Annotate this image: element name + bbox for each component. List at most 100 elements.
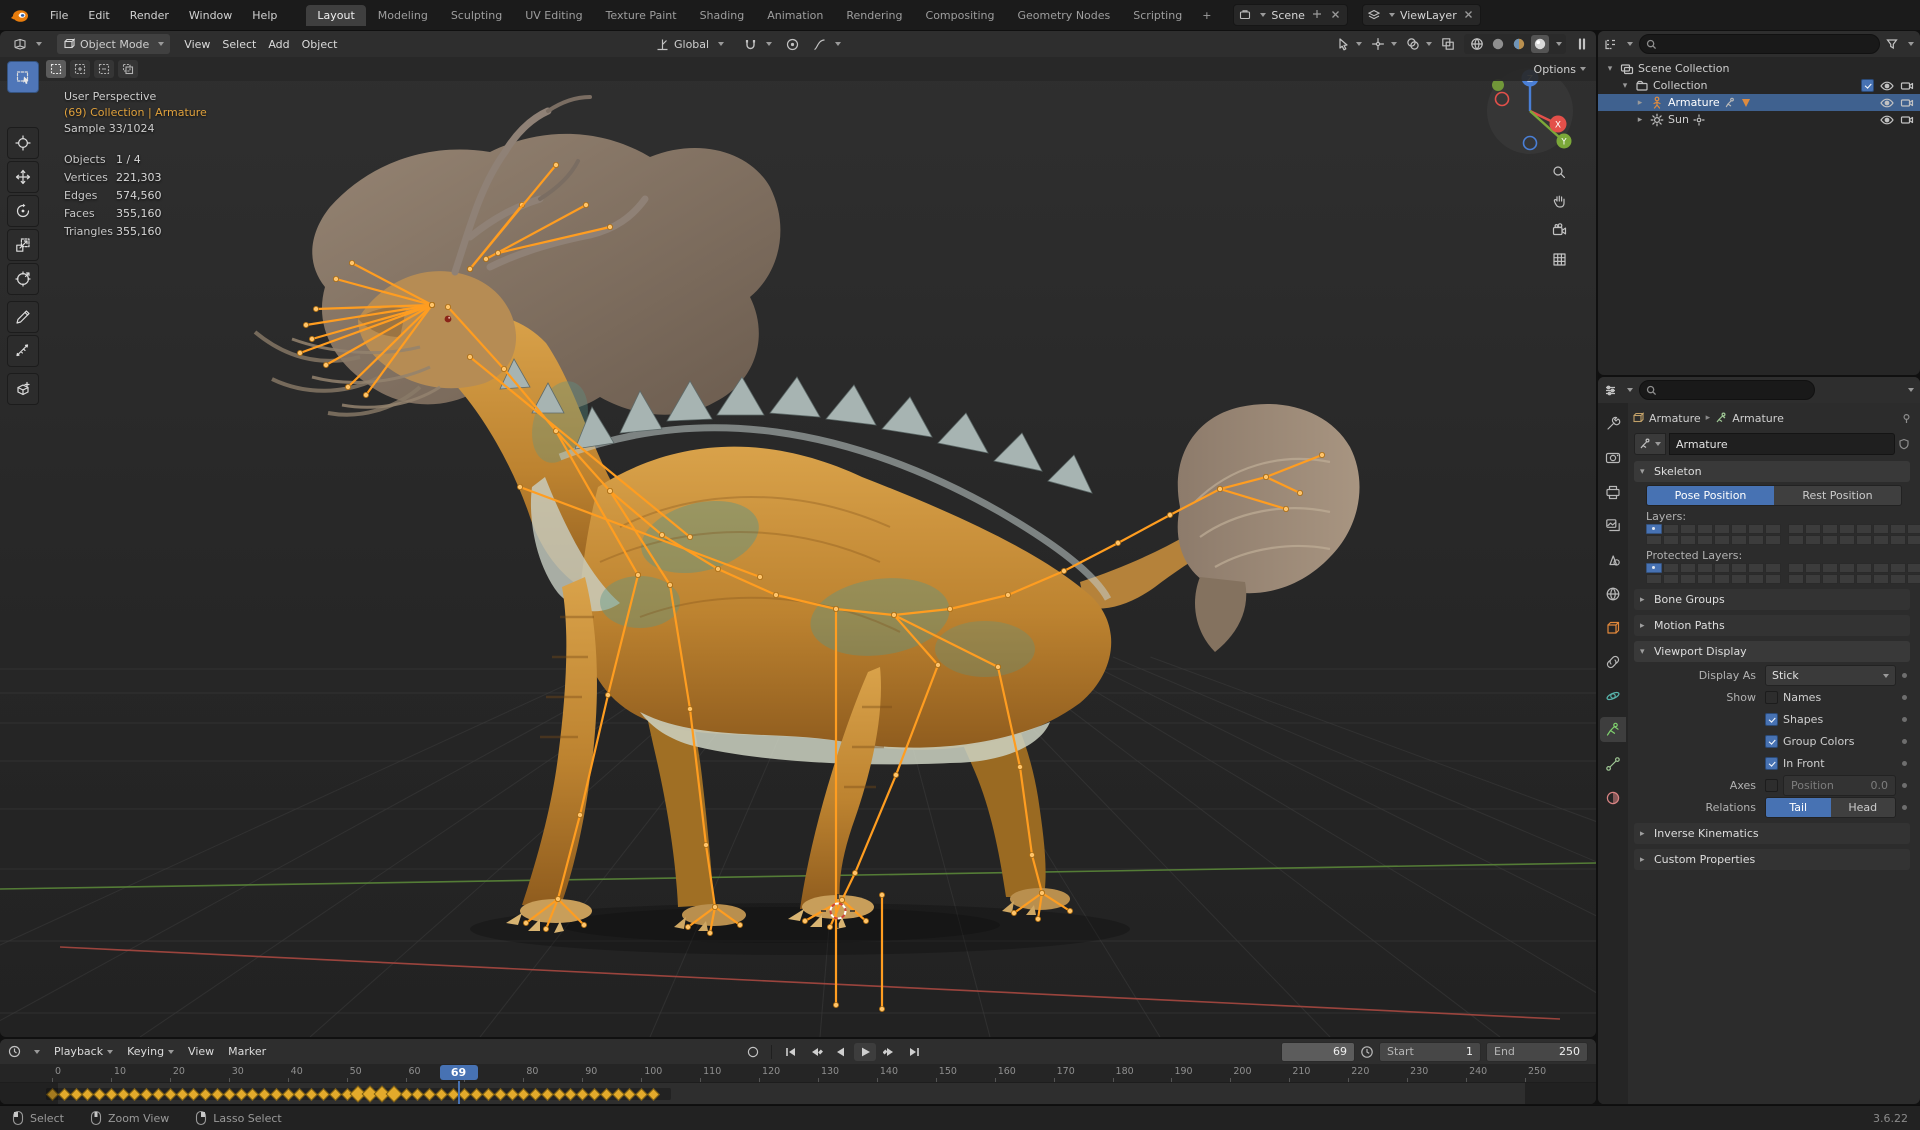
properties-tab-armature-data[interactable] bbox=[1600, 717, 1626, 742]
data-name-field[interactable]: Armature bbox=[1669, 433, 1895, 455]
armature-layers-cell[interactable] bbox=[1907, 524, 1920, 534]
protected-layers-cell[interactable] bbox=[1697, 574, 1713, 584]
filter-icon[interactable] bbox=[1886, 38, 1898, 50]
orientation-dropdown[interactable]: Global bbox=[650, 34, 730, 54]
expand-caret-icon[interactable]: ▸ bbox=[1634, 115, 1646, 125]
box-select-tool[interactable] bbox=[7, 61, 39, 93]
protected-layers-cell[interactable] bbox=[1680, 574, 1696, 584]
eye-icon[interactable] bbox=[1880, 97, 1894, 109]
new-scene-icon[interactable] bbox=[1310, 9, 1324, 22]
playhead-frame-badge[interactable]: 69 bbox=[439, 1065, 478, 1080]
protected-layers-cell[interactable] bbox=[1697, 563, 1713, 573]
pose-position-button[interactable]: Pose Position bbox=[1647, 486, 1774, 505]
overlays-toggle[interactable] bbox=[1406, 37, 1432, 51]
outliner-row-armature[interactable]: ▸ Armature bbox=[1598, 94, 1920, 111]
menu-help[interactable]: Help bbox=[243, 6, 286, 25]
armature-layers-cell[interactable] bbox=[1714, 535, 1730, 545]
menu-edit[interactable]: Edit bbox=[79, 6, 118, 25]
armature-layers-cell[interactable] bbox=[1663, 524, 1679, 534]
protected-layers-cell[interactable] bbox=[1822, 563, 1838, 573]
timeline-menu-view[interactable]: View bbox=[183, 1043, 219, 1060]
protected-layers-cell[interactable] bbox=[1873, 574, 1889, 584]
workspace-tab-scripting[interactable]: Scripting bbox=[1122, 5, 1193, 26]
timeline-menu-marker[interactable]: Marker bbox=[223, 1043, 271, 1060]
animate-dot[interactable] bbox=[1902, 717, 1907, 722]
armature-layers-cell[interactable] bbox=[1646, 524, 1662, 534]
animate-dot[interactable] bbox=[1902, 761, 1907, 766]
jump-to-start-button[interactable] bbox=[779, 1043, 801, 1061]
timeline-strip[interactable]: 0 10 20 30 40 50 60 80 90 100 110 120 130 140 150 160 17… bbox=[0, 1064, 1596, 1104]
camera-vis-icon[interactable] bbox=[1900, 113, 1914, 126]
next-keyframe-button[interactable] bbox=[879, 1043, 901, 1061]
protected-layers-cell[interactable] bbox=[1714, 574, 1730, 584]
collapse-caret-icon[interactable]: ▾ bbox=[1604, 64, 1616, 74]
armature-layers-cell[interactable] bbox=[1697, 535, 1713, 545]
section-bone-groups[interactable]: ▸ Bone Groups bbox=[1634, 589, 1910, 610]
filter-caret-icon[interactable] bbox=[1908, 388, 1914, 392]
viewport-menu-object[interactable]: Object bbox=[297, 36, 343, 53]
play-reverse-button[interactable] bbox=[829, 1043, 851, 1061]
armature-layers-cell[interactable] bbox=[1890, 535, 1906, 545]
properties-tab-render[interactable] bbox=[1600, 445, 1626, 470]
editor-properties-icon[interactable] bbox=[1604, 384, 1617, 397]
protected-layers-cell[interactable] bbox=[1805, 563, 1821, 573]
protected-layers-cell[interactable] bbox=[1646, 574, 1662, 584]
armature-layers-cell[interactable] bbox=[1873, 524, 1889, 534]
protected-layers-cell[interactable] bbox=[1788, 563, 1804, 573]
armature-layers-cell[interactable] bbox=[1788, 524, 1804, 534]
properties-tab-tool[interactable] bbox=[1600, 411, 1626, 436]
gizmos-toggle[interactable] bbox=[1371, 37, 1397, 51]
mode-dropdown[interactable]: Object Mode bbox=[57, 34, 171, 54]
properties-search[interactable] bbox=[1639, 380, 1815, 400]
fake-user-shield-icon[interactable] bbox=[1898, 438, 1910, 450]
workspace-tab-rendering[interactable]: Rendering bbox=[835, 5, 913, 26]
section-skeleton[interactable]: ▾ Skeleton bbox=[1634, 461, 1910, 482]
armature-layers-cell[interactable] bbox=[1839, 524, 1855, 534]
workspace-tab-layout[interactable]: Layout bbox=[306, 4, 366, 26]
outliner-search-input[interactable] bbox=[1662, 37, 1873, 51]
protected-layers-cell[interactable] bbox=[1731, 574, 1747, 584]
keyframe-track[interactable] bbox=[0, 1083, 1596, 1104]
camera-vis-icon[interactable] bbox=[1900, 96, 1914, 109]
axes-checkbox[interactable] bbox=[1765, 779, 1778, 792]
armature-layers-cell[interactable] bbox=[1680, 535, 1696, 545]
pin-icon[interactable] bbox=[1901, 413, 1912, 424]
axes-position-slider[interactable]: Position 0.0 bbox=[1783, 775, 1896, 796]
jump-to-end-button[interactable] bbox=[904, 1043, 926, 1061]
workspace-tab-compositing[interactable]: Compositing bbox=[915, 5, 1006, 26]
collapse-caret-icon[interactable]: ▾ bbox=[1619, 81, 1631, 91]
breadcrumb-object[interactable]: Armature bbox=[1649, 412, 1701, 425]
animate-dot[interactable] bbox=[1902, 695, 1907, 700]
section-inverse-kinematics[interactable]: ▸ Inverse Kinematics bbox=[1634, 823, 1910, 844]
armature-layers-cell[interactable] bbox=[1731, 524, 1747, 534]
menu-window[interactable]: Window bbox=[180, 6, 241, 25]
armature-layers-cell[interactable] bbox=[1731, 535, 1747, 545]
protected-layers-cell[interactable] bbox=[1839, 574, 1855, 584]
armature-layers-cell[interactable] bbox=[1714, 524, 1730, 534]
workspace-tab-geometry-nodes[interactable]: Geometry Nodes bbox=[1006, 5, 1121, 26]
armature-layers-cell[interactable] bbox=[1805, 535, 1821, 545]
armature-layers-cell[interactable] bbox=[1822, 524, 1838, 534]
playhead[interactable] bbox=[457, 1081, 460, 1104]
viewport-menu-select[interactable]: Select bbox=[217, 36, 261, 53]
scale-tool[interactable] bbox=[7, 229, 39, 261]
browse-data-button[interactable] bbox=[1634, 433, 1666, 455]
breadcrumb-data[interactable]: Armature bbox=[1732, 412, 1784, 425]
names-checkbox[interactable] bbox=[1765, 691, 1778, 704]
proportional-editing-icon[interactable] bbox=[786, 38, 799, 51]
rest-position-button[interactable]: Rest Position bbox=[1774, 486, 1901, 505]
viewport-menu-add[interactable]: Add bbox=[263, 36, 294, 53]
frame-ruler[interactable]: 0 10 20 30 40 50 60 80 90 100 110 120 130 140 150 160 17… bbox=[0, 1064, 1596, 1083]
eye-icon[interactable] bbox=[1880, 114, 1894, 126]
protected-layers-cell[interactable] bbox=[1856, 563, 1872, 573]
head-button[interactable]: Head bbox=[1830, 798, 1895, 817]
animate-dot[interactable] bbox=[1902, 783, 1907, 788]
options-dropdown[interactable]: Options bbox=[1534, 63, 1586, 76]
protected-layers-cell[interactable] bbox=[1873, 563, 1889, 573]
select-mode-subtract-icon[interactable] bbox=[94, 60, 114, 78]
armature-layers-cell[interactable] bbox=[1697, 524, 1713, 534]
armature-layers-cell[interactable] bbox=[1680, 524, 1696, 534]
eye-icon[interactable] bbox=[1880, 80, 1894, 92]
protected-layers-cell[interactable] bbox=[1890, 574, 1906, 584]
properties-tab-output[interactable] bbox=[1600, 479, 1626, 504]
